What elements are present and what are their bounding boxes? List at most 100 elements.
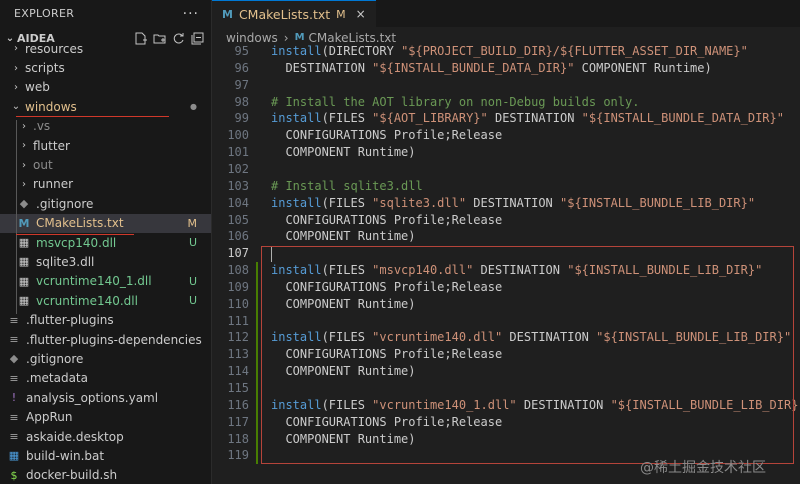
sidebar-item-askaide-desktop[interactable]: ≡ askaide.desktop (0, 427, 211, 446)
sidebar-item-scripts[interactable]: › scripts (0, 58, 211, 77)
dll-icon: ▦ (18, 255, 30, 269)
git-status-badge: U (188, 274, 197, 288)
sidebar-item-out[interactable]: › out (0, 155, 211, 174)
chevron-right-icon: › (22, 178, 26, 190)
code-line: 105 CONFIGURATIONS Profile;Release (212, 213, 800, 230)
comment-token: # Install the AOT library on non-Debug b… (271, 94, 640, 109)
line-source: install(FILES "sqlite3.dll" DESTINATION … (271, 196, 755, 210)
string-token: "${PROJECT_BUILD_DIR}/${FLUTTER_ASSET_DI… (401, 44, 748, 58)
sidebar-item-label: runner (33, 177, 74, 192)
file-icon: ≡ (9, 410, 19, 424)
sidebar-item-label: scripts (25, 61, 65, 76)
sidebar-item-vs[interactable]: › .vs (0, 117, 211, 136)
line-number: 99 (234, 111, 249, 126)
line-number: 101 (227, 145, 249, 160)
sidebar-item-resources[interactable]: › resources (0, 39, 211, 58)
code-line: 97 (212, 78, 800, 95)
sidebar-item-flutter[interactable]: › flutter (0, 136, 211, 155)
line-number: 97 (234, 77, 249, 92)
line-number: 112 (227, 330, 249, 345)
breadcrumb-file[interactable]: CMakeLists.txt (309, 31, 397, 45)
code-line: 103 # Install sqlite3.dll (212, 179, 800, 196)
sidebar-item-msvcp140-dll[interactable]: ▦ msvcp140.dll U (0, 233, 211, 252)
sidebar-item-apprun[interactable]: ≡ AppRun (0, 407, 211, 426)
sidebar-item-vcruntime140-dll[interactable]: ▦ vcruntime140.dll U (0, 291, 211, 310)
sidebar-item-flutter-plugins[interactable]: ≡ .flutter-plugins (0, 310, 211, 329)
sidebar-item-label: .flutter-plugins (26, 313, 114, 328)
line-number: 118 (227, 431, 249, 446)
sidebar-item-cmakelists-txt[interactable]: M CMakeLists.txt M (0, 213, 211, 233)
sidebar-item-docker-build-sh[interactable]: $ docker-build.sh (0, 466, 211, 484)
cmake-icon: M (18, 216, 30, 230)
sidebar-item-gitignore[interactable]: ◆ .gitignore (0, 349, 211, 368)
editor-area: M CMakeLists.txt M × windows › M CMakeLi… (212, 0, 800, 484)
sidebar-item-label: .flutter-plugins-dependencies (26, 332, 202, 347)
sidebar-item-label: vcruntime140.dll (36, 293, 138, 308)
sidebar-item-label: analysis_options.yaml (26, 390, 159, 405)
sidebar-item-sqlite3-dll[interactable]: ▦ sqlite3.dll (0, 252, 211, 271)
line-source: CONFIGURATIONS Profile;Release (271, 213, 502, 227)
indent-guide (16, 120, 17, 314)
cmake-icon: M (222, 7, 233, 21)
code-token: (FILES (321, 111, 373, 126)
sidebar-item-metadata[interactable]: ≡ .metadata (0, 369, 211, 388)
sidebar-item-runner[interactable]: › runner (0, 175, 211, 194)
tab-cmakelists[interactable]: M CMakeLists.txt M × (212, 0, 376, 27)
string-token: "${INSTALL_BUNDLE_DATA_DIR}" (372, 60, 575, 75)
sidebar-item-label: windows (25, 99, 77, 114)
tab-bar: M CMakeLists.txt M × (212, 0, 800, 27)
file-icon: ≡ (9, 371, 19, 385)
chevron-right-icon: › (14, 81, 18, 93)
line-number: 102 (227, 161, 249, 176)
string-token: "${INSTALL_BUNDLE_DATA_DIR}" (581, 111, 784, 126)
windows-underline-annotation (16, 116, 169, 117)
code-token: COMPONENT Runtime) (271, 145, 416, 160)
dll-icon: ▦ (18, 274, 30, 288)
sidebar-item-analysis-options-yaml[interactable]: ! analysis_options.yaml (0, 388, 211, 407)
sidebar-item-web[interactable]: › web (0, 78, 211, 97)
line-number: 103 (227, 178, 249, 193)
sidebar-item-vcruntime140-1-dll[interactable]: ▦ vcruntime140_1.dll U (0, 272, 211, 291)
code-token: DESTINATION (271, 60, 373, 75)
comment-token: # Install sqlite3.dll (271, 178, 423, 193)
string-token: "${INSTALL_BUNDLE_LIB_DIR}" (560, 195, 756, 210)
line-source: # Install the AOT library on non-Debug b… (271, 95, 639, 109)
line-number: 119 (227, 448, 249, 463)
file-icon: ≡ (9, 333, 19, 347)
line-number: 98 (234, 94, 249, 109)
sidebar-item-gitignore[interactable]: ◆ .gitignore (0, 194, 211, 213)
explorer-header: EXPLORER ··· (0, 0, 211, 27)
cmake-icon: M (294, 32, 305, 43)
sidebar-item-flutter-plugins-dependencies[interactable]: ≡ .flutter-plugins-dependencies (0, 330, 211, 349)
line-number: 115 (227, 381, 249, 395)
more-actions-icon[interactable]: ··· (183, 6, 199, 22)
sidebar-item-build-win-bat[interactable]: ▦ build-win.bat (0, 446, 211, 465)
chevron-right-icon: › (22, 120, 26, 132)
sidebar-item-label: msvcp140.dll (36, 235, 117, 250)
code-line: 99 install(FILES "${AOT_LIBRARY}" DESTINA… (212, 111, 800, 128)
git-status-badge: U (188, 294, 197, 308)
windows-icon: ▦ (8, 449, 20, 463)
git-added-gutter (256, 262, 258, 464)
code-token: DESTINATION (466, 195, 560, 210)
sidebar-item-label: docker-build.sh (26, 468, 118, 483)
line-number: 113 (227, 347, 249, 362)
close-icon[interactable]: × (356, 7, 366, 21)
sidebar-item-label: CMakeLists.txt (36, 216, 124, 231)
chevron-right-icon: › (283, 30, 289, 45)
code-token: (FILES (321, 195, 373, 210)
sidebar-item-windows[interactable]: ⌄ windows ● (0, 97, 211, 116)
git-status-badge: U (188, 236, 197, 250)
line-number: 109 (227, 279, 249, 294)
sidebar-item-label: AppRun (26, 410, 73, 425)
line-source: # Install sqlite3.dll (271, 179, 423, 193)
breadcrumb-folder[interactable]: windows (226, 31, 278, 45)
sidebar-item-label: .gitignore (36, 196, 94, 211)
code-line: 95 install(DIRECTORY "${PROJECT_BUILD_DIR… (212, 44, 800, 61)
code-line: 98 # Install the AOT library on non-Debug… (212, 95, 800, 112)
code-token: DESTINATION (487, 111, 582, 126)
git-status-badge: M (187, 216, 198, 230)
yaml-icon: ! (11, 391, 17, 405)
line-source: DESTINATION "${INSTALL_BUNDLE_DATA_DIR}"… (271, 60, 711, 75)
git-icon: ◆ (19, 197, 29, 211)
